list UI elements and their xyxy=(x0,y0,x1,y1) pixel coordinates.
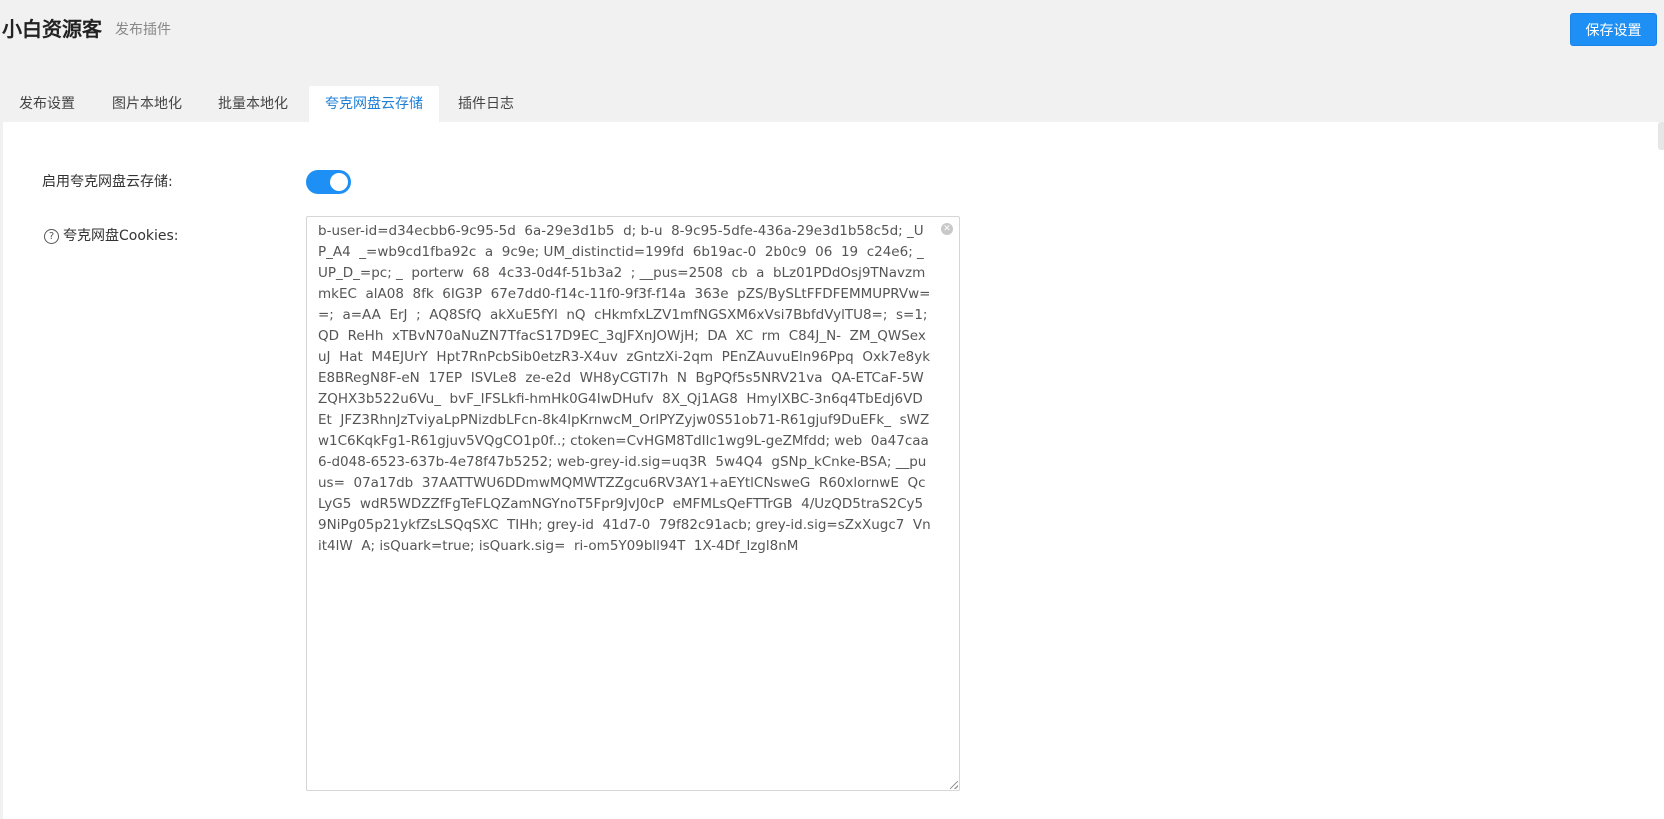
enable-quark-toggle[interactable] xyxy=(306,170,351,194)
question-circle-icon[interactable]: ? xyxy=(44,229,59,244)
app-title: 小白资源客 xyxy=(2,17,102,41)
toggle-knob xyxy=(330,173,348,191)
quark-cookies-label: ? 夸克网盘Cookies: xyxy=(44,226,179,246)
tab-batch-localize[interactable]: 批量本地化 xyxy=(218,86,288,122)
tab-image-localize[interactable]: 图片本地化 xyxy=(112,86,182,122)
scrollbar-edge[interactable] xyxy=(1658,122,1664,150)
tab-quark-cloud-storage[interactable]: 夸克网盘云存储 xyxy=(309,86,439,122)
quark-cookies-label-text: 夸克网盘Cookies: xyxy=(63,228,179,244)
top-bar: 小白资源客 发布插件 保存设置 xyxy=(0,0,1664,60)
app-subtitle: 发布插件 xyxy=(115,22,171,38)
cookies-textarea-wrapper: b-user-id=d34ecbb6-9c95-5d 6a-29e3d1b5 d… xyxy=(306,216,960,791)
quark-cookies-input[interactable]: b-user-id=d34ecbb6-9c95-5d 6a-29e3d1b5 d… xyxy=(307,217,959,790)
resize-handle[interactable] xyxy=(950,781,958,789)
enable-quark-label: 启用夸克网盘云存储: xyxy=(42,174,173,190)
tab-plugin-log[interactable]: 插件日志 xyxy=(458,86,514,122)
clear-icon[interactable]: ✕ xyxy=(941,223,953,235)
tab-publish-settings[interactable]: 发布设置 xyxy=(19,86,75,122)
save-settings-button[interactable]: 保存设置 xyxy=(1570,13,1657,46)
